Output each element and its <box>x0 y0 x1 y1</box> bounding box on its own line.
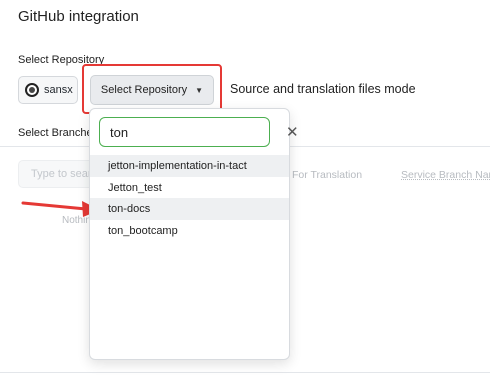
files-mode-text: Source and translation files mode <box>230 82 416 96</box>
repo-owner-name: sansx <box>44 84 73 96</box>
repository-search-input[interactable] <box>110 124 286 140</box>
repo-owner-selector[interactable]: sansx <box>18 76 78 104</box>
github-avatar-icon <box>25 83 39 97</box>
col-service-branch-name: Service Branch Name <box>401 169 490 181</box>
repo-option-ton-bootcamp[interactable]: ton_bootcamp <box>90 220 289 242</box>
select-branches-label: Select Branches <box>18 127 99 139</box>
repo-option-jetton-implementation-in-tact[interactable]: jetton-implementation-in-tact <box>90 155 289 177</box>
repository-dropdown: ✕ jetton-implementation-in-tact Jetton_t… <box>89 108 299 360</box>
branch-search-input[interactable]: Type to search <box>18 160 98 188</box>
page-title: GitHub integration <box>18 8 139 25</box>
clear-search-icon[interactable]: ✕ <box>286 125 299 140</box>
github-integration-page: GitHub integration Select Repository san… <box>0 0 490 381</box>
repo-option-jetton-test[interactable]: Jetton_test <box>90 177 289 199</box>
repository-search-box[interactable]: ✕ <box>99 117 299 147</box>
repo-option-ton-docs[interactable]: ton-docs <box>90 198 289 220</box>
col-for-translation: For Translation <box>292 169 363 181</box>
annotation-highlight-box <box>82 64 222 114</box>
